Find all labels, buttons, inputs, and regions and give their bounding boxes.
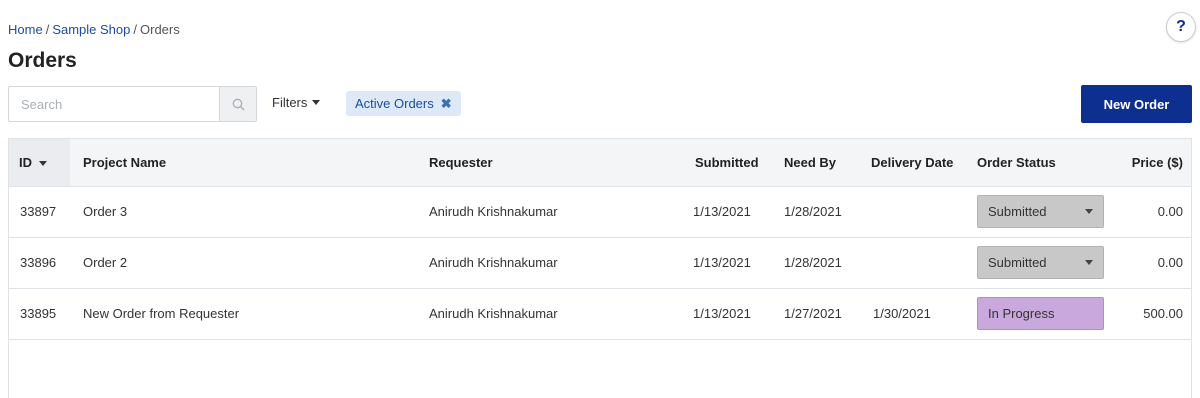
search-input[interactable] [9, 87, 219, 121]
chevron-down-icon [1085, 209, 1093, 214]
breadcrumb-home-link[interactable]: Home [8, 22, 43, 37]
table-row[interactable]: 33895 New Order from Requester Anirudh K… [9, 289, 1191, 340]
cell-id: 33897 [20, 204, 57, 219]
active-orders-filter-chip: Active Orders ✖ [346, 91, 461, 116]
cell-price: 0.00 [1157, 204, 1183, 219]
breadcrumb-shop-link[interactable]: Sample Shop [52, 22, 130, 37]
breadcrumb-current: Orders [140, 22, 180, 37]
cell-price: 500.00 [1143, 306, 1183, 321]
filters-dropdown[interactable]: Filters [272, 95, 321, 110]
cell-project[interactable]: New Order from Requester [83, 289, 239, 339]
cell-need-by: 1/27/2021 [784, 306, 842, 321]
breadcrumb: Home / Sample Shop / Orders [8, 22, 180, 37]
page-title: Orders [8, 49, 77, 72]
help-button[interactable]: ? [1166, 12, 1196, 42]
sort-desc-icon [39, 161, 47, 167]
search-button[interactable] [219, 87, 256, 121]
filters-label: Filters [272, 95, 308, 110]
order-status-select[interactable]: Submitted [977, 195, 1104, 228]
table-header: ID Project Name Requester Submitted Need… [9, 139, 1191, 187]
column-header-id[interactable]: ID [9, 139, 70, 186]
column-header-requester[interactable]: Requester [429, 139, 493, 186]
cell-submitted: 1/13/2021 [693, 255, 751, 270]
cell-requester: Anirudh Krishnakumar [429, 255, 558, 270]
cell-id: 33896 [20, 255, 57, 270]
chevron-down-icon [312, 100, 321, 105]
column-header-submitted[interactable]: Submitted [695, 139, 759, 186]
column-header-delivery-date[interactable]: Delivery Date [871, 139, 953, 186]
column-header-price[interactable]: Price ($) [1099, 139, 1183, 186]
chip-label: Active Orders [355, 96, 434, 111]
cell-need-by: 1/28/2021 [784, 204, 842, 219]
column-header-order-status[interactable]: Order Status [977, 139, 1056, 186]
cell-submitted: 1/13/2021 [693, 204, 751, 219]
status-label: In Progress [988, 306, 1055, 321]
cell-requester: Anirudh Krishnakumar [429, 306, 558, 321]
cell-need-by: 1/28/2021 [784, 255, 842, 270]
cell-id: 33895 [20, 306, 57, 321]
table-row[interactable]: 33896 Order 2 Anirudh Krishnakumar 1/13/… [9, 238, 1191, 289]
search-box [8, 86, 257, 122]
help-icon: ? [1176, 18, 1186, 35]
chevron-down-icon [1085, 260, 1093, 265]
breadcrumb-separator: / [45, 22, 50, 37]
cell-requester: Anirudh Krishnakumar [429, 204, 558, 219]
new-order-button[interactable]: New Order [1081, 85, 1192, 123]
column-header-need-by[interactable]: Need By [784, 139, 836, 186]
search-icon [232, 98, 244, 110]
cell-project[interactable]: Order 3 [83, 187, 127, 237]
order-status-select[interactable]: In Progress [977, 297, 1104, 330]
orders-table: ID Project Name Requester Submitted Need… [8, 138, 1192, 398]
column-header-project[interactable]: Project Name [83, 139, 166, 186]
cell-price: 0.00 [1157, 255, 1183, 270]
cell-delivery-date: 1/30/2021 [873, 306, 931, 321]
cell-submitted: 1/13/2021 [693, 306, 751, 321]
close-icon[interactable]: ✖ [441, 96, 452, 112]
order-status-select[interactable]: Submitted [977, 246, 1104, 279]
status-label: Submitted [988, 255, 1047, 270]
table-row[interactable]: 33897 Order 3 Anirudh Krishnakumar 1/13/… [9, 187, 1191, 238]
breadcrumb-separator: / [133, 22, 137, 37]
status-label: Submitted [988, 204, 1047, 219]
cell-project[interactable]: Order 2 [83, 238, 127, 288]
